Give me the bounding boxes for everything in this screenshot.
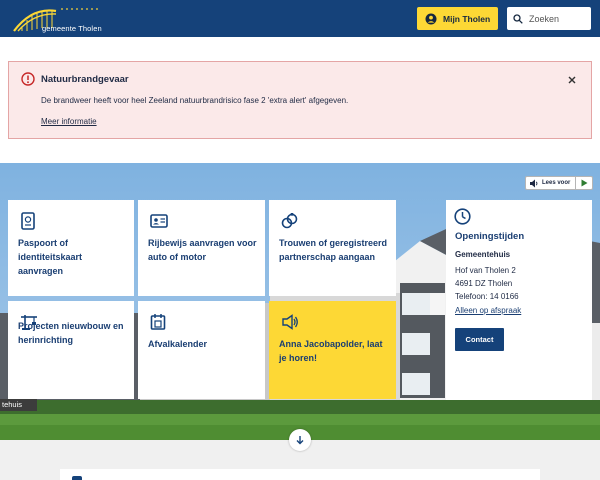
close-icon[interactable] <box>567 75 577 85</box>
address-line1: Hof van Tholen 2 <box>455 266 516 275</box>
alert-message: De brandweer heeft voor heel Zeeland nat… <box>41 96 349 105</box>
tile-label: Paspoort of identiteitskaart aanvragen <box>18 238 83 276</box>
card-icon <box>72 476 82 480</box>
site-header: gemeente Tholen Mijn Tholen <box>0 0 600 37</box>
location-name: Gemeentehuis <box>455 250 511 259</box>
play-button[interactable] <box>575 177 592 189</box>
play-icon <box>581 179 587 187</box>
phone-number: Telefoon: 14 0166 <box>455 292 519 301</box>
content-card <box>60 469 540 480</box>
address-line2: 4691 DZ Tholen <box>455 279 513 288</box>
calendar-icon <box>150 314 166 330</box>
search-input[interactable] <box>529 13 585 24</box>
tile-label: Rijbewijs aanvragen voor auto of motor <box>148 238 257 262</box>
alert-more-info-link[interactable]: Meer informatie <box>41 117 97 126</box>
tile-label: Afvalkalender <box>148 339 208 349</box>
user-circle-icon <box>425 13 437 24</box>
search-box[interactable] <box>507 7 591 30</box>
read-aloud-button[interactable]: Lees voor <box>525 176 593 190</box>
appointment-link[interactable]: Alleen op afspraak <box>455 306 521 315</box>
mijn-tholen-label: Mijn Tholen <box>443 13 491 24</box>
id-card-icon <box>150 214 168 228</box>
tile-trouwen[interactable]: Trouwen of geregistreerd partnerschap aa… <box>269 200 396 296</box>
search-icon <box>513 13 523 24</box>
alert-banner: Natuurbrandgevaar De brandweer heeft voo… <box>8 61 592 139</box>
hero-caption: tehuis <box>0 399 37 411</box>
alert-circle-icon <box>21 72 35 86</box>
mijn-tholen-button[interactable]: Mijn Tholen <box>417 7 498 30</box>
tile-afvalkalender[interactable]: Afvalkalender <box>138 301 265 399</box>
tile-anna-jacobapolder[interactable]: Anna Jacobapolder, laat je horen! <box>269 301 396 399</box>
opening-hours-card: Openingstijden Gemeentehuis Hof van Thol… <box>446 200 592 400</box>
alert-title: Natuurbrandgevaar <box>41 74 129 85</box>
tile-projecten[interactable]: Projecten nieuwbouw en herinrichting <box>8 301 134 399</box>
passport-icon <box>21 212 35 230</box>
opening-hours-title: Openingstijden <box>455 231 525 242</box>
site-logo[interactable]: gemeente Tholen <box>12 3 112 35</box>
logo-text: gemeente Tholen <box>42 24 102 33</box>
tile-label: Projecten nieuwbouw en herinrichting <box>18 321 124 345</box>
tile-rijbewijs[interactable]: Rijbewijs aanvragen voor auto of motor <box>138 200 265 296</box>
scroll-down-button[interactable] <box>289 429 311 451</box>
contact-button[interactable]: Contact <box>455 328 504 351</box>
read-aloud-label: Lees voor <box>542 180 571 186</box>
tile-label: Anna Jacobapolder, laat je horen! <box>279 339 383 363</box>
rings-icon <box>281 213 298 229</box>
megaphone-icon <box>282 314 298 330</box>
arrow-down-icon <box>296 436 304 445</box>
speaker-icon <box>530 179 538 187</box>
clock-icon <box>454 208 471 225</box>
tile-paspoort[interactable]: Paspoort of identiteitskaart aanvragen <box>8 200 134 296</box>
tile-label: Trouwen of geregistreerd partnerschap aa… <box>279 238 388 262</box>
